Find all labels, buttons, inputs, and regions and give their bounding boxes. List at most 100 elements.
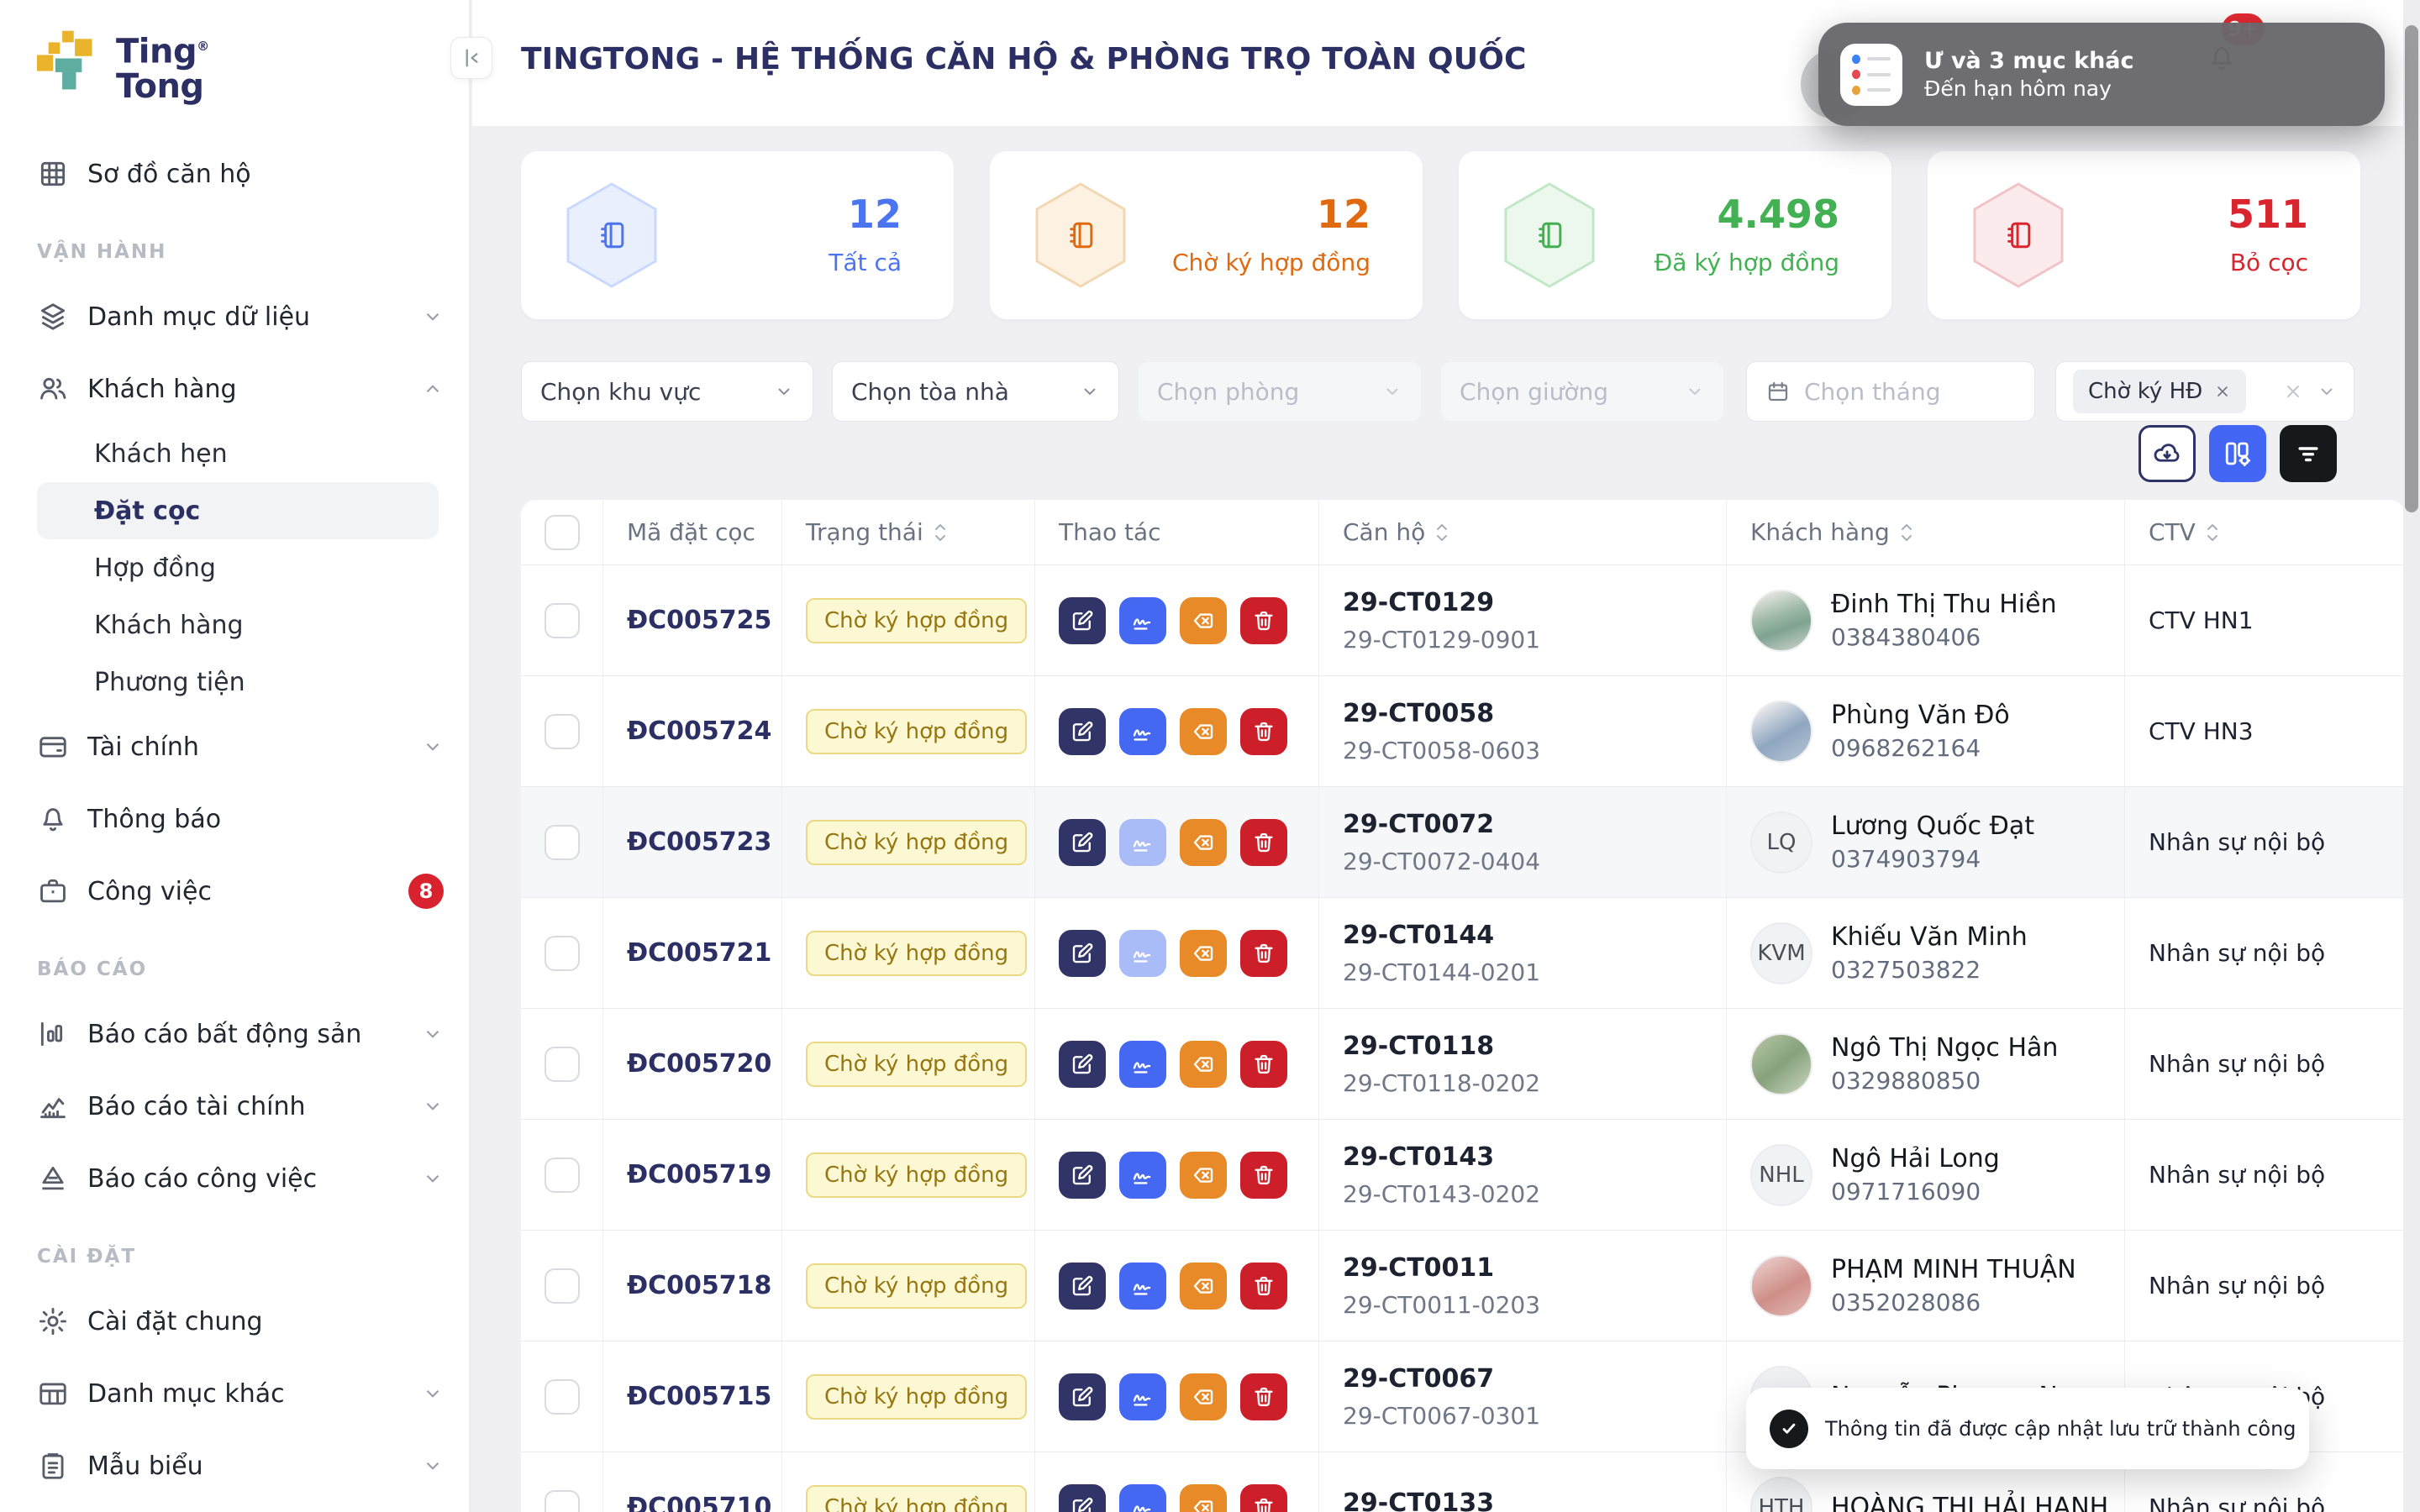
deposit-code-link[interactable]: ĐC005718 bbox=[627, 1271, 771, 1300]
sidebar-subitem-dat-coc[interactable]: Đặt cọc bbox=[37, 482, 439, 539]
col-header-trang-thai[interactable]: Trạng thái bbox=[782, 500, 1035, 564]
backspace-button[interactable] bbox=[1180, 1484, 1227, 1512]
deposit-code-link[interactable]: ĐC005725 bbox=[627, 606, 771, 635]
sort-icon[interactable] bbox=[934, 522, 947, 543]
filter-button[interactable] bbox=[2280, 425, 2337, 482]
export-button[interactable] bbox=[2139, 425, 2196, 482]
sort-icon[interactable] bbox=[2206, 522, 2219, 543]
sidebar-item-bao-cao-cong-viec[interactable]: Báo cáo công việc bbox=[37, 1142, 444, 1215]
backspace-button[interactable] bbox=[1180, 1152, 1227, 1199]
sign-button[interactable] bbox=[1119, 1484, 1166, 1512]
row-checkbox[interactable] bbox=[544, 1379, 580, 1415]
sort-icon[interactable] bbox=[1900, 522, 1913, 543]
month-picker[interactable]: Chọn tháng bbox=[1746, 361, 2035, 422]
edit-button[interactable] bbox=[1059, 1373, 1106, 1420]
sidebar-item-bao-cao-tai-chinh[interactable]: Báo cáo tài chính bbox=[37, 1070, 444, 1142]
delete-button[interactable] bbox=[1240, 708, 1287, 755]
col-header-ctv[interactable]: CTV bbox=[2125, 500, 2405, 564]
deposit-code-link[interactable]: ĐC005723 bbox=[627, 827, 771, 857]
sign-button[interactable] bbox=[1119, 708, 1166, 755]
edit-button[interactable] bbox=[1059, 708, 1106, 755]
sidebar-subitem-hop-dong[interactable]: Hợp đồng bbox=[37, 539, 444, 596]
delete-button[interactable] bbox=[1240, 1373, 1287, 1420]
backspace-button[interactable] bbox=[1180, 708, 1227, 755]
backspace-button[interactable] bbox=[1180, 819, 1227, 866]
sign-button[interactable] bbox=[1119, 1152, 1166, 1199]
system-notification[interactable]: Ư và 3 mục khác Đến hạn hôm nay bbox=[1818, 23, 2385, 126]
delete-button[interactable] bbox=[1240, 1041, 1287, 1088]
backspace-button[interactable] bbox=[1180, 597, 1227, 644]
sidebar-item-so-do-can-ho[interactable]: Sơ đồ căn hộ bbox=[37, 138, 444, 210]
sidebar-item-tai-chinh[interactable]: Tài chính bbox=[37, 711, 444, 783]
sign-button[interactable] bbox=[1119, 1263, 1166, 1310]
row-checkbox[interactable] bbox=[544, 1047, 580, 1082]
delete-button[interactable] bbox=[1240, 1263, 1287, 1310]
deposit-code-link[interactable]: ĐC005710 bbox=[627, 1493, 771, 1512]
sidebar-item-thong-bao[interactable]: Thông báo bbox=[37, 783, 444, 855]
row-checkbox[interactable] bbox=[544, 714, 580, 749]
row-checkbox[interactable] bbox=[544, 825, 580, 860]
select-all-checkbox[interactable] bbox=[544, 515, 580, 550]
edit-button[interactable] bbox=[1059, 1263, 1106, 1310]
deposit-code-link[interactable]: ĐC005715 bbox=[627, 1382, 771, 1411]
select-toa-nha[interactable]: Chọn tòa nhà bbox=[832, 361, 1119, 422]
sidebar-item-cong-viec[interactable]: Công việc 8 bbox=[37, 855, 444, 927]
status-filter-chip[interactable]: Chờ ký HĐ bbox=[2073, 370, 2246, 413]
backspace-button[interactable] bbox=[1180, 1263, 1227, 1310]
stat-card-bo-coc[interactable]: 511 Bỏ cọc bbox=[1928, 151, 2360, 319]
row-checkbox[interactable] bbox=[544, 1268, 580, 1304]
deposit-code-link[interactable]: ĐC005721 bbox=[627, 938, 771, 968]
stat-card-da-ky-hop-dong[interactable]: 4.498 Đã ký hợp đồng bbox=[1459, 151, 1891, 319]
edit-button[interactable] bbox=[1059, 1041, 1106, 1088]
col-header-khach-hang[interactable]: Khách hàng bbox=[1727, 500, 2125, 564]
sidebar-item-bao-cao-bds[interactable]: Báo cáo bất động sản bbox=[37, 998, 444, 1070]
sign-button[interactable] bbox=[1119, 819, 1166, 866]
column-settings-button[interactable] bbox=[2209, 425, 2266, 482]
remove-chip-icon[interactable] bbox=[2214, 383, 2231, 400]
delete-button[interactable] bbox=[1240, 930, 1287, 977]
deposit-code-link[interactable]: ĐC005720 bbox=[627, 1049, 771, 1079]
stat-card-cho-ky-hop-dong[interactable]: 12 Chờ ký hợp đồng bbox=[990, 151, 1423, 319]
delete-button[interactable] bbox=[1240, 1152, 1287, 1199]
sign-button[interactable] bbox=[1119, 1041, 1166, 1088]
deposit-code-link[interactable]: ĐC005719 bbox=[627, 1160, 771, 1189]
edit-button[interactable] bbox=[1059, 1152, 1106, 1199]
row-checkbox[interactable] bbox=[544, 1158, 580, 1193]
stat-card-tat-ca[interactable]: 12 Tất cả bbox=[521, 151, 954, 319]
delete-button[interactable] bbox=[1240, 597, 1287, 644]
delete-button[interactable] bbox=[1240, 819, 1287, 866]
deposit-code-link[interactable]: ĐC005724 bbox=[627, 717, 771, 746]
sidebar-item-danh-muc-du-lieu[interactable]: Danh mục dữ liệu bbox=[37, 281, 444, 353]
select-khu-vuc[interactable]: Chọn khu vực bbox=[521, 361, 813, 422]
clear-select-icon[interactable] bbox=[2283, 381, 2303, 402]
backspace-button[interactable] bbox=[1180, 1041, 1227, 1088]
sidebar-item-cai-dat-chung[interactable]: Cài đặt chung bbox=[37, 1285, 444, 1357]
edit-button[interactable] bbox=[1059, 597, 1106, 644]
status-multiselect[interactable]: Chờ ký HĐ bbox=[2055, 361, 2354, 422]
edit-button[interactable] bbox=[1059, 930, 1106, 977]
sort-icon[interactable] bbox=[1435, 522, 1449, 543]
success-toast[interactable]: Thông tin đã được cập nhật lưu trữ thành… bbox=[1746, 1388, 2309, 1469]
col-header-can-ho[interactable]: Căn hộ bbox=[1319, 500, 1727, 564]
sidebar-subitem-phuong-tien[interactable]: Phương tiện bbox=[37, 654, 444, 711]
sidebar-collapse-button[interactable] bbox=[450, 37, 492, 79]
delete-button[interactable] bbox=[1240, 1484, 1287, 1512]
sign-button[interactable] bbox=[1119, 597, 1166, 644]
sidebar-subitem-khach-hang[interactable]: Khách hàng bbox=[37, 596, 444, 654]
row-checkbox[interactable] bbox=[544, 1490, 580, 1512]
row-checkbox[interactable] bbox=[544, 936, 580, 971]
sign-button[interactable] bbox=[1119, 930, 1166, 977]
edit-button[interactable] bbox=[1059, 819, 1106, 866]
page-scrollbar[interactable] bbox=[2403, 0, 2420, 1512]
edit-button[interactable] bbox=[1059, 1484, 1106, 1512]
backspace-button[interactable] bbox=[1180, 930, 1227, 977]
sidebar-subitem-khach-hen[interactable]: Khách hẹn bbox=[37, 425, 444, 482]
sidebar-item-khach-hang[interactable]: Khách hàng bbox=[37, 353, 444, 425]
row-checkbox[interactable] bbox=[544, 603, 580, 638]
scrollbar-thumb[interactable] bbox=[2405, 25, 2418, 512]
sidebar-item-mau-bieu[interactable]: Mẫu biểu bbox=[37, 1430, 444, 1502]
sidebar-item-danh-muc-khac[interactable]: Danh mục khác bbox=[37, 1357, 444, 1430]
col-header-ma-dat-coc[interactable]: Mã đặt cọc bbox=[603, 500, 782, 564]
sign-button[interactable] bbox=[1119, 1373, 1166, 1420]
backspace-button[interactable] bbox=[1180, 1373, 1227, 1420]
